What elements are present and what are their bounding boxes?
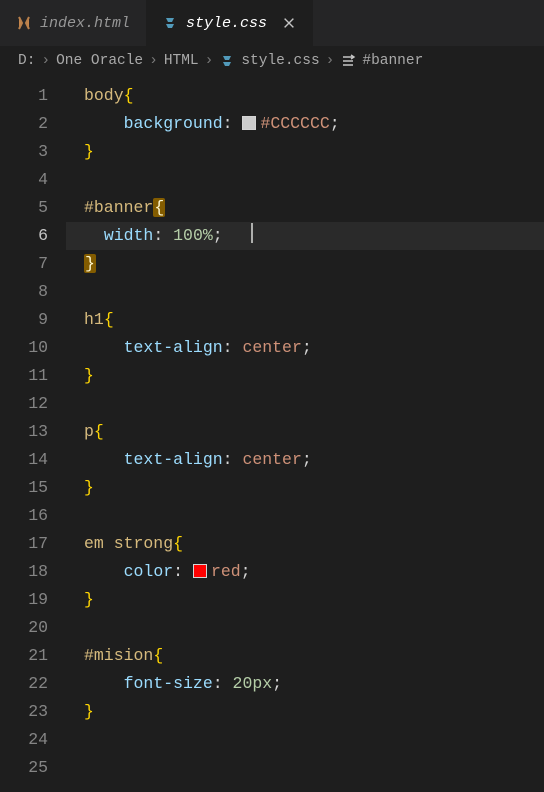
line-number: 14 bbox=[0, 446, 66, 474]
html-file-icon bbox=[16, 15, 32, 31]
tab-label: style.css bbox=[186, 15, 267, 32]
code-line[interactable] bbox=[84, 166, 544, 194]
code-line[interactable]: body{ bbox=[84, 82, 544, 110]
code-editor[interactable]: 1234567891011121314151617181920212223242… bbox=[0, 76, 544, 792]
line-number: 25 bbox=[0, 754, 66, 782]
code-line[interactable]: } bbox=[84, 586, 544, 614]
line-number: 2 bbox=[0, 110, 66, 138]
chevron-right-icon: › bbox=[41, 53, 50, 69]
crumb-drive[interactable]: D: bbox=[18, 53, 35, 69]
code-line[interactable]: text-align: center; bbox=[84, 446, 544, 474]
code-line[interactable] bbox=[84, 726, 544, 754]
tab-index-html[interactable]: index.html bbox=[0, 0, 146, 46]
line-number: 20 bbox=[0, 614, 66, 642]
color-swatch[interactable] bbox=[242, 116, 256, 130]
line-number: 17 bbox=[0, 530, 66, 558]
line-number: 23 bbox=[0, 698, 66, 726]
chevron-right-icon: › bbox=[326, 53, 335, 69]
code-line[interactable]: #banner{ bbox=[84, 194, 544, 222]
code-line[interactable]: } bbox=[84, 250, 544, 278]
line-number: 10 bbox=[0, 334, 66, 362]
line-number: 22 bbox=[0, 670, 66, 698]
line-number: 4 bbox=[0, 166, 66, 194]
code-line[interactable] bbox=[84, 614, 544, 642]
close-icon[interactable] bbox=[281, 15, 297, 31]
code-line[interactable]: color: red; bbox=[84, 558, 544, 586]
line-number: 24 bbox=[0, 726, 66, 754]
line-number: 1 bbox=[0, 82, 66, 110]
line-number: 11 bbox=[0, 362, 66, 390]
code-line[interactable]: width: 100%; bbox=[66, 222, 544, 250]
code-line[interactable]: } bbox=[84, 698, 544, 726]
line-number: 12 bbox=[0, 390, 66, 418]
tab-style-css[interactable]: style.css bbox=[146, 0, 313, 46]
editor-tabs: index.html style.css bbox=[0, 0, 544, 46]
code-line[interactable]: } bbox=[84, 138, 544, 166]
code-area[interactable]: body{ background: #CCCCCC;} #banner{ widt… bbox=[66, 76, 544, 792]
line-number-gutter: 1234567891011121314151617181920212223242… bbox=[0, 76, 66, 792]
code-line[interactable] bbox=[84, 754, 544, 782]
code-line[interactable] bbox=[84, 390, 544, 418]
code-line[interactable]: p{ bbox=[84, 418, 544, 446]
line-number: 18 bbox=[0, 558, 66, 586]
code-line[interactable] bbox=[84, 278, 544, 306]
code-line[interactable]: text-align: center; bbox=[84, 334, 544, 362]
code-line[interactable]: h1{ bbox=[84, 306, 544, 334]
line-number: 5 bbox=[0, 194, 66, 222]
line-number: 9 bbox=[0, 306, 66, 334]
text-cursor bbox=[251, 223, 253, 243]
code-line[interactable]: font-size: 20px; bbox=[84, 670, 544, 698]
chevron-right-icon: › bbox=[205, 53, 214, 69]
code-line[interactable] bbox=[84, 502, 544, 530]
symbol-icon bbox=[340, 53, 356, 69]
line-number: 16 bbox=[0, 502, 66, 530]
code-line[interactable]: em strong{ bbox=[84, 530, 544, 558]
breadcrumb: D: › One Oracle › HTML › style.css › #ba… bbox=[0, 46, 544, 76]
css-file-icon bbox=[162, 15, 178, 31]
css-file-icon bbox=[219, 53, 235, 69]
code-line[interactable]: } bbox=[84, 474, 544, 502]
line-number: 21 bbox=[0, 642, 66, 670]
color-swatch[interactable] bbox=[193, 564, 207, 578]
chevron-right-icon: › bbox=[149, 53, 158, 69]
line-number: 13 bbox=[0, 418, 66, 446]
line-number: 15 bbox=[0, 474, 66, 502]
code-line[interactable]: } bbox=[84, 362, 544, 390]
line-number: 19 bbox=[0, 586, 66, 614]
line-number: 8 bbox=[0, 278, 66, 306]
crumb-folder[interactable]: One Oracle bbox=[56, 53, 143, 69]
code-line[interactable]: background: #CCCCCC; bbox=[84, 110, 544, 138]
crumb-folder[interactable]: HTML bbox=[164, 53, 199, 69]
line-number: 6 bbox=[0, 222, 66, 250]
crumb-file[interactable]: style.css bbox=[219, 53, 319, 69]
code-line[interactable]: #mision{ bbox=[84, 642, 544, 670]
line-number: 3 bbox=[0, 138, 66, 166]
line-number: 7 bbox=[0, 250, 66, 278]
tab-label: index.html bbox=[40, 15, 130, 32]
crumb-symbol[interactable]: #banner bbox=[340, 53, 423, 69]
